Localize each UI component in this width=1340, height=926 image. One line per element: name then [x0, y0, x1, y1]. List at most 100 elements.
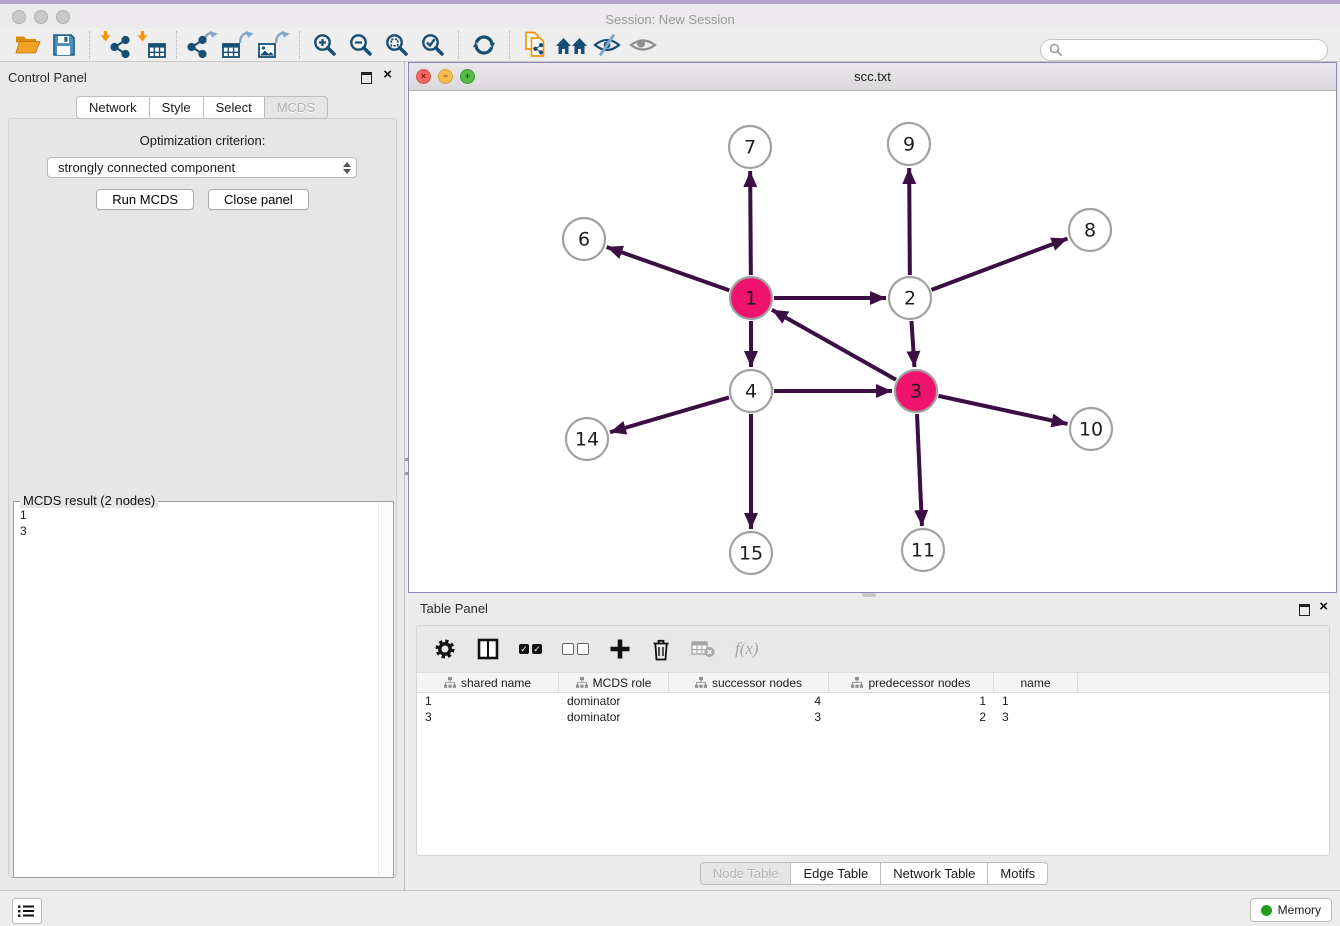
edge-1-7[interactable]	[750, 171, 751, 275]
node-11[interactable]: 11	[902, 529, 944, 571]
cell-mcds-role[interactable]: dominator	[559, 710, 669, 724]
close-table-panel-icon[interactable]: ×	[1319, 601, 1328, 613]
edge-2-9[interactable]	[909, 168, 910, 275]
edge-4-14[interactable]	[610, 397, 729, 432]
edge-2-3[interactable]	[911, 321, 914, 367]
settings-icon[interactable]	[433, 637, 457, 661]
svg-text:3: 3	[910, 381, 922, 403]
refresh-icon[interactable]	[466, 30, 502, 60]
home-icon[interactable]	[553, 30, 589, 60]
node-7[interactable]: 7	[729, 126, 771, 168]
export-image-icon[interactable]	[256, 30, 292, 60]
import-table-icon[interactable]	[133, 30, 169, 60]
edge-2-8[interactable]	[932, 238, 1068, 289]
column-type-icon	[576, 677, 588, 689]
cell-predecessor-nodes[interactable]: 1	[829, 694, 994, 708]
node-2[interactable]: 2	[889, 277, 931, 319]
import-network-icon[interactable]	[97, 30, 133, 60]
tab-node-table[interactable]: Node Table	[700, 862, 792, 885]
node-6[interactable]: 6	[563, 218, 605, 260]
node-1[interactable]: 1	[730, 277, 772, 319]
column-header-shared-name[interactable]: shared name	[417, 673, 559, 692]
column-header-predecessor-nodes[interactable]: predecessor nodes	[829, 673, 994, 692]
search-icon	[1049, 43, 1063, 57]
toolbar-separator	[89, 31, 90, 59]
show-details-icon[interactable]	[625, 30, 661, 60]
column-header-successor-nodes[interactable]: successor nodes	[669, 673, 829, 692]
column-header-name[interactable]: name	[994, 673, 1078, 692]
cell-mcds-role[interactable]: dominator	[559, 694, 669, 708]
edge-3-10[interactable]	[938, 396, 1067, 424]
column-header-mcds-role[interactable]: MCDS role	[559, 673, 669, 692]
tab-network-table[interactable]: Network Table	[880, 862, 988, 885]
memory-status-icon	[1261, 905, 1272, 916]
table-row[interactable]: 1dominator411	[417, 693, 1329, 709]
edge-3-11[interactable]	[917, 414, 922, 526]
svg-text:11: 11	[911, 540, 935, 562]
cell-predecessor-nodes[interactable]: 2	[829, 710, 994, 724]
zoom-selected-icon[interactable]	[415, 30, 451, 60]
edge-1-6[interactable]	[607, 247, 730, 290]
tab-style[interactable]: Style	[149, 96, 204, 119]
control-panel-title: Control Panel	[8, 70, 87, 85]
node-8[interactable]: 8	[1069, 209, 1111, 251]
tab-mcds[interactable]: MCDS	[264, 96, 328, 119]
network-window-titlebar[interactable]: × − + scc.txt	[409, 63, 1336, 91]
cell-shared-name[interactable]: 3	[417, 710, 559, 724]
mcds-result-list[interactable]: 13	[14, 504, 379, 877]
result-scrollbar[interactable]	[378, 503, 392, 876]
zoom-fit-icon[interactable]	[379, 30, 415, 60]
svg-text:4: 4	[745, 381, 757, 403]
zoom-out-icon[interactable]	[343, 30, 379, 60]
export-table-icon[interactable]	[220, 30, 256, 60]
node-9[interactable]: 9	[888, 123, 930, 165]
node-14[interactable]: 14	[566, 418, 608, 460]
task-history-button[interactable]	[12, 898, 42, 924]
node-10[interactable]: 10	[1070, 408, 1112, 450]
mcds-result-node[interactable]: 1	[20, 507, 373, 523]
svg-text:2: 2	[904, 288, 916, 310]
cell-successor-nodes[interactable]: 3	[669, 710, 829, 724]
export-network-icon[interactable]	[184, 30, 220, 60]
select-all-icon[interactable]: ✓✓	[519, 644, 542, 654]
tab-motifs[interactable]: Motifs	[987, 862, 1048, 885]
float-table-panel-icon[interactable]	[1299, 603, 1310, 621]
node-3[interactable]: 3	[895, 370, 937, 412]
close-panel-icon[interactable]: ×	[383, 69, 392, 81]
network-canvas[interactable]: 7 9 6 8 1 2 4 3 14 10 15 11	[409, 91, 1336, 593]
cell-name[interactable]: 3	[994, 710, 1078, 724]
mcds-result-node[interactable]: 3	[20, 523, 373, 539]
cell-successor-nodes[interactable]: 4	[669, 694, 829, 708]
cell-name[interactable]: 1	[994, 694, 1078, 708]
toolbar-separator	[176, 31, 177, 59]
add-row-icon[interactable]	[609, 638, 631, 660]
select-stepper-icon	[343, 162, 351, 174]
table-body: 1dominator4113dominator323	[417, 693, 1329, 725]
svg-text:14: 14	[575, 429, 599, 451]
criterion-select[interactable]: strongly connected component	[47, 157, 357, 178]
run-mcds-button[interactable]: Run MCDS	[96, 189, 194, 210]
delete-row-icon[interactable]	[651, 638, 671, 661]
open-session-icon[interactable]	[10, 30, 46, 60]
search-box[interactable]	[1040, 39, 1328, 61]
tab-edge-table[interactable]: Edge Table	[790, 862, 881, 885]
save-session-icon[interactable]	[46, 30, 82, 60]
zoom-in-icon[interactable]	[307, 30, 343, 60]
hide-details-icon[interactable]	[589, 30, 625, 60]
cell-shared-name[interactable]: 1	[417, 694, 559, 708]
close-panel-button[interactable]: Close panel	[208, 189, 309, 210]
memory-button[interactable]: Memory	[1250, 898, 1332, 922]
node-15[interactable]: 15	[730, 532, 772, 574]
deselect-all-icon[interactable]	[562, 643, 589, 655]
window-title: Session: New Session	[0, 12, 1340, 27]
edge-3-1[interactable]	[772, 310, 896, 380]
table-row[interactable]: 3dominator323	[417, 709, 1329, 725]
duplicate-network-icon[interactable]	[517, 30, 553, 60]
tab-select[interactable]: Select	[203, 96, 265, 119]
search-input[interactable]	[1068, 42, 1319, 59]
float-panel-icon[interactable]	[361, 71, 372, 89]
tab-network[interactable]: Network	[76, 96, 150, 119]
columns-icon[interactable]	[477, 638, 499, 660]
node-4[interactable]: 4	[730, 370, 772, 412]
network-title: scc.txt	[409, 69, 1336, 84]
